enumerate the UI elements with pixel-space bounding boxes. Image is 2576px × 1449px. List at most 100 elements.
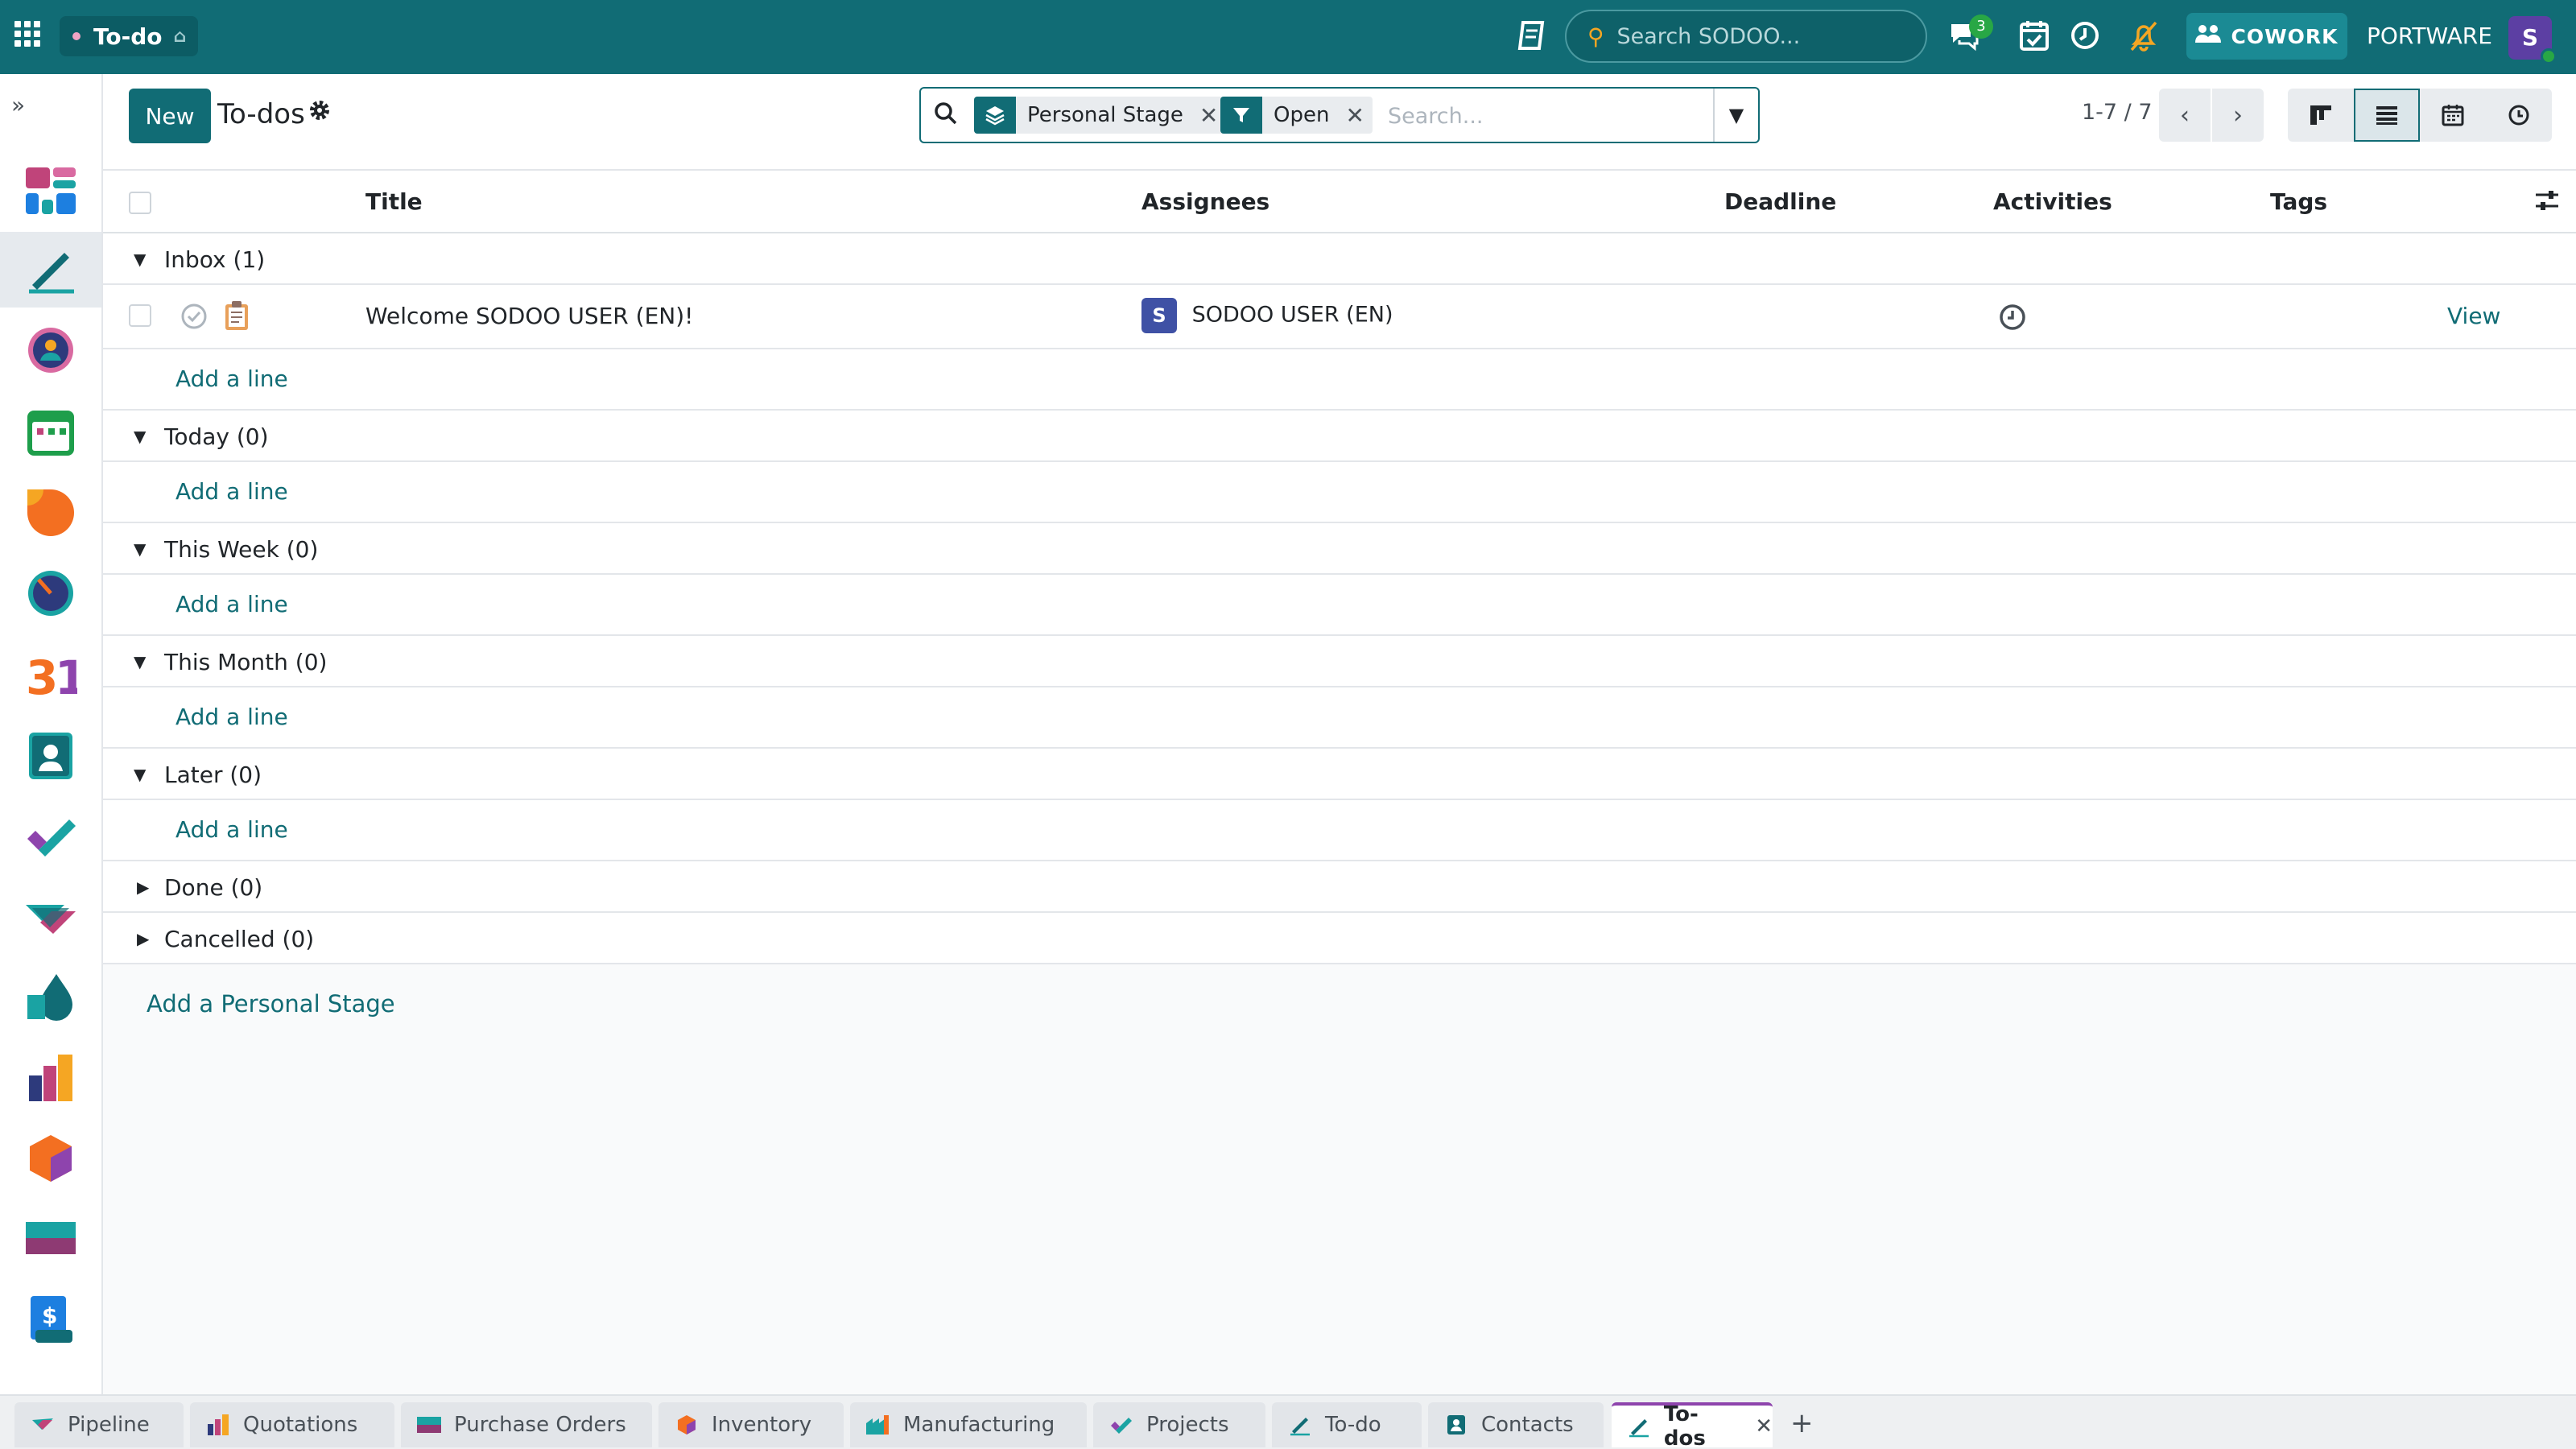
home-icon[interactable]: ⌂ bbox=[174, 27, 187, 47]
activity-clock-icon[interactable] bbox=[1998, 303, 2027, 337]
view-record-link[interactable]: View bbox=[2447, 303, 2500, 329]
add-line-this-month[interactable]: Add a line bbox=[103, 687, 2576, 749]
search-icon bbox=[934, 101, 958, 132]
column-tags[interactable]: Tags bbox=[2270, 188, 2327, 215]
table-row[interactable]: Welcome SODOO USER (EN)! S SODOO USER (E… bbox=[103, 285, 2576, 349]
search-options-toggle[interactable]: ▼ bbox=[1713, 89, 1758, 142]
tab-to-do[interactable]: To-do bbox=[1272, 1402, 1422, 1447]
invoicing-icon: $ bbox=[31, 1296, 72, 1343]
user-avatar[interactable]: S bbox=[2508, 16, 2557, 64]
sidebar-item-inventory[interactable] bbox=[0, 1121, 101, 1196]
page-title: To-dos bbox=[217, 98, 305, 130]
row-checkbox[interactable] bbox=[129, 304, 151, 327]
record-assignee[interactable]: S SODOO USER (EN) bbox=[1141, 298, 1393, 333]
add-line-link[interactable]: Add a line bbox=[175, 816, 288, 843]
remove-facet-icon[interactable]: ✕ bbox=[1345, 102, 1364, 129]
tab-quotations[interactable]: Quotations bbox=[190, 1402, 394, 1447]
tab-pipeline[interactable]: Pipeline bbox=[14, 1402, 184, 1447]
column-activities[interactable]: Activities bbox=[1993, 188, 2112, 215]
sidebar-item-discuss[interactable] bbox=[0, 312, 101, 388]
sidebar-item-purchase[interactable] bbox=[0, 1201, 101, 1277]
group-row-today[interactable]: ▼ Today (0) bbox=[103, 411, 2576, 462]
remove-facet-icon[interactable]: ✕ bbox=[1199, 102, 1218, 129]
clipboard-icon bbox=[222, 299, 251, 337]
tab-manufacturing[interactable]: Manufacturing bbox=[850, 1402, 1087, 1447]
group-row-cancelled[interactable]: ▶ Cancelled (0) bbox=[103, 913, 2576, 964]
add-personal-stage-link[interactable]: Add a Personal Stage bbox=[147, 990, 395, 1018]
sidebar-item-projects[interactable] bbox=[0, 799, 101, 874]
list-header: Title Assignees Deadline Activities Tags bbox=[103, 171, 2576, 233]
sidebar-item-calendar-31[interactable]: 31 bbox=[0, 638, 101, 713]
cowork-button[interactable]: COWORK bbox=[2186, 13, 2347, 60]
bell-slash-icon[interactable] bbox=[2128, 19, 2159, 57]
reports-icon bbox=[29, 1055, 72, 1101]
search-input[interactable] bbox=[1388, 100, 1694, 132]
pipeline-icon bbox=[31, 1413, 55, 1437]
sidebar-item-invoicing[interactable]: $ bbox=[0, 1282, 101, 1357]
calendar-view-button[interactable] bbox=[2420, 89, 2486, 142]
sidebar-item-drip[interactable] bbox=[0, 960, 101, 1035]
discuss-icon bbox=[28, 328, 73, 373]
notebook-icon[interactable] bbox=[1517, 19, 1547, 57]
column-title[interactable]: Title bbox=[365, 188, 423, 215]
sidebar-item-to-do[interactable] bbox=[0, 232, 101, 308]
add-line-link[interactable]: Add a line bbox=[175, 591, 288, 617]
column-deadline[interactable]: Deadline bbox=[1724, 188, 1836, 215]
close-tab-icon[interactable]: ✕ bbox=[1755, 1414, 1773, 1439]
group-row-done[interactable]: ▶ Done (0) bbox=[103, 861, 2576, 913]
add-line-this-week[interactable]: Add a line bbox=[103, 575, 2576, 636]
group-row-this-week[interactable]: ▼ This Week (0) bbox=[103, 523, 2576, 575]
sidebar-item-contacts[interactable] bbox=[0, 718, 101, 794]
current-app-pill[interactable]: To-do ⌂ bbox=[60, 16, 198, 56]
list-view-button[interactable] bbox=[2354, 89, 2420, 142]
caret-right-icon: ▶ bbox=[137, 877, 150, 897]
select-all-checkbox[interactable] bbox=[129, 192, 151, 214]
new-button[interactable]: New bbox=[129, 89, 211, 143]
group-row-later[interactable]: ▼ Later (0) bbox=[103, 749, 2576, 800]
mark-done-icon[interactable] bbox=[180, 303, 208, 336]
add-line-inbox[interactable]: Add a line bbox=[103, 349, 2576, 411]
add-line-link[interactable]: Add a line bbox=[175, 704, 288, 730]
kanban-view-button[interactable] bbox=[2288, 89, 2354, 142]
gear-icon[interactable] bbox=[308, 98, 332, 129]
add-line-later[interactable]: Add a line bbox=[103, 800, 2576, 861]
calendar-31-icon: 31 bbox=[26, 650, 77, 702]
add-tab-icon[interactable]: + bbox=[1790, 1407, 1814, 1439]
add-line-link[interactable]: Add a line bbox=[175, 478, 288, 505]
pager-previous-button[interactable]: ‹ bbox=[2159, 89, 2211, 142]
tab-to-dos[interactable]: To-dos ✕ bbox=[1612, 1402, 1773, 1449]
app-menu-icon[interactable] bbox=[14, 21, 40, 47]
group-row-this-month[interactable]: ▼ This Month (0) bbox=[103, 636, 2576, 687]
expand-sidebar-icon[interactable]: » bbox=[11, 92, 25, 118]
group-row-inbox[interactable]: ▼ Inbox (1) bbox=[103, 233, 2576, 285]
pager-next-button[interactable]: › bbox=[2212, 89, 2264, 142]
global-search-input[interactable]: ⚲ Search SODOO... bbox=[1565, 10, 1927, 63]
pager-value[interactable]: 1-7 / 7 bbox=[2082, 100, 2153, 125]
tab-projects[interactable]: Projects bbox=[1093, 1402, 1265, 1447]
optional-columns-icon[interactable] bbox=[2534, 188, 2560, 218]
add-line-link[interactable]: Add a line bbox=[175, 365, 288, 392]
column-assignees[interactable]: Assignees bbox=[1141, 188, 1269, 215]
sidebar-item-timesheet[interactable] bbox=[0, 555, 101, 631]
app-dot-icon bbox=[72, 32, 80, 40]
activity-view-button[interactable] bbox=[2486, 89, 2552, 142]
chevron-left-icon: ‹ bbox=[2180, 101, 2190, 130]
contacts-icon bbox=[1444, 1413, 1468, 1437]
calendar-check-icon[interactable] bbox=[2019, 19, 2050, 57]
sidebar-item-calendar[interactable] bbox=[0, 394, 101, 470]
company-switcher[interactable]: PORTWARE bbox=[2367, 23, 2492, 49]
tab-inventory[interactable]: Inventory bbox=[658, 1402, 844, 1447]
sidebar-item-crm[interactable] bbox=[0, 475, 101, 551]
sidebar-item-reports[interactable] bbox=[0, 1040, 101, 1116]
tab-contacts[interactable]: Contacts bbox=[1428, 1402, 1604, 1447]
record-title[interactable]: Welcome SODOO USER (EN)! bbox=[365, 303, 693, 329]
svg-text:3: 3 bbox=[26, 650, 58, 702]
sidebar-item-sales[interactable] bbox=[0, 879, 101, 955]
clock-icon[interactable] bbox=[2070, 21, 2099, 56]
add-line-today[interactable]: Add a line bbox=[103, 462, 2576, 523]
facet-open[interactable]: Open ✕ bbox=[1220, 97, 1373, 134]
sidebar-item-dashboard[interactable] bbox=[0, 153, 101, 229]
tab-purchase-orders[interactable]: Purchase Orders bbox=[401, 1402, 652, 1447]
facet-personal-stage[interactable]: Personal Stage ✕ bbox=[974, 97, 1227, 134]
cowork-label: COWORK bbox=[2231, 24, 2339, 48]
